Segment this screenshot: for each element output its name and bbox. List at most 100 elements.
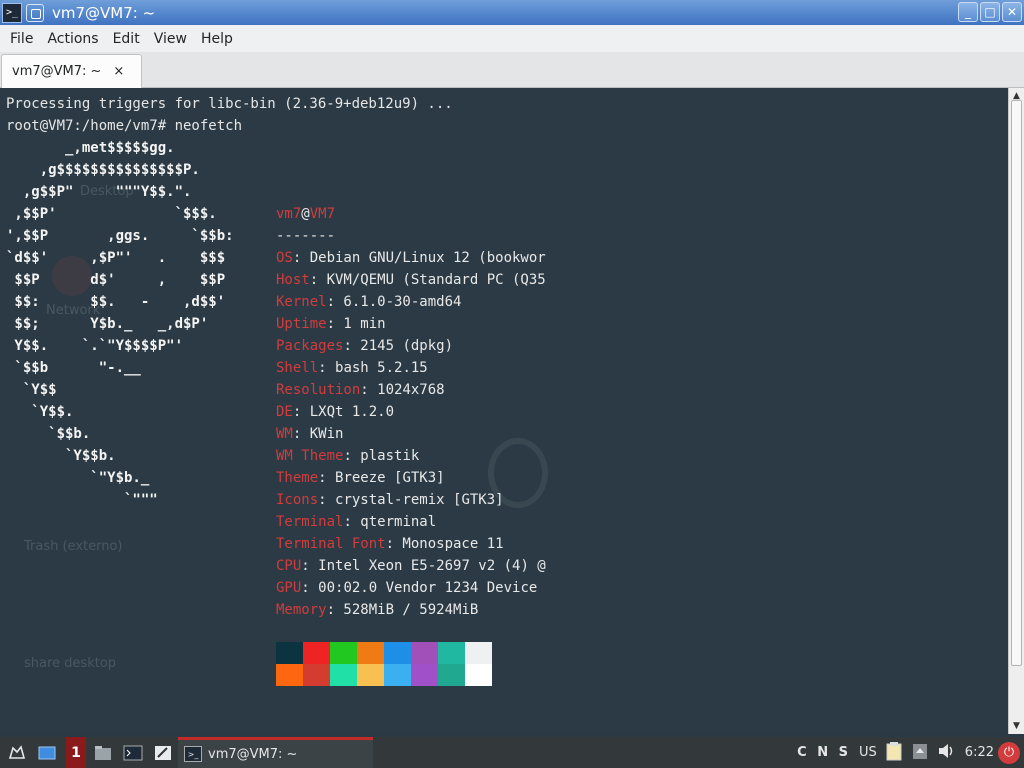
info-value: : 00:02.0 Vendor 1234 Device bbox=[301, 580, 538, 596]
palette-swatch bbox=[357, 642, 384, 664]
tab-terminal[interactable]: vm7@VM7: ~ × bbox=[1, 54, 142, 88]
show-desktop-icon[interactable] bbox=[34, 740, 60, 766]
info-key: Theme bbox=[276, 470, 319, 486]
power-icon[interactable]: ⏻ bbox=[998, 741, 1020, 764]
keyboard-layout[interactable]: US bbox=[859, 745, 877, 760]
info-row: Terminal: qterminal bbox=[276, 511, 546, 533]
at-sign: @ bbox=[301, 206, 310, 222]
info-key: Resolution bbox=[276, 382, 361, 398]
terminal-app-icon[interactable]: >_ bbox=[2, 2, 22, 23]
scroll-down-icon[interactable]: ▼ bbox=[1009, 718, 1024, 734]
system-tray: C N S US 6:22 ⏻ bbox=[793, 737, 1024, 768]
menu-edit[interactable]: Edit bbox=[106, 31, 147, 47]
menu-bar: File Actions Edit View Help bbox=[0, 25, 1024, 52]
menu-file[interactable]: File bbox=[3, 31, 40, 47]
terminal-launcher-icon[interactable] bbox=[120, 740, 146, 766]
info-key: Packages bbox=[276, 338, 344, 354]
removable-media-icon[interactable] bbox=[911, 741, 929, 765]
info-row: Resolution: 1024x768 bbox=[276, 379, 546, 401]
info-row: WM Theme: plastik bbox=[276, 445, 546, 467]
palette-swatch bbox=[438, 642, 465, 664]
info-key: Terminal bbox=[276, 514, 344, 530]
file-manager-icon[interactable] bbox=[90, 740, 116, 766]
info-value: : bash 5.2.15 bbox=[318, 360, 428, 376]
info-row: DE: LXQt 1.2.0 bbox=[276, 401, 546, 423]
menu-actions[interactable]: Actions bbox=[40, 31, 105, 47]
palette-swatch bbox=[438, 664, 465, 686]
info-key: Icons bbox=[276, 492, 319, 508]
info-row: Shell: bash 5.2.15 bbox=[276, 357, 546, 379]
taskbar-window-button[interactable]: >_ vm7@VM7: ~ bbox=[178, 737, 373, 768]
color-palette bbox=[276, 642, 492, 686]
menu-view[interactable]: View bbox=[147, 31, 194, 47]
terminal-view[interactable]: Desktop Network Trash (externo) share de… bbox=[0, 88, 1008, 734]
tab-close-icon[interactable]: × bbox=[113, 64, 124, 79]
window-menu-icon[interactable] bbox=[26, 3, 44, 22]
host-name: VM7 bbox=[309, 206, 336, 222]
desktop-switcher[interactable]: 1 bbox=[66, 737, 86, 768]
window-title: vm7@VM7: ~ bbox=[52, 3, 156, 22]
terminal-window-icon: >_ bbox=[184, 746, 202, 762]
volume-icon[interactable] bbox=[937, 742, 957, 764]
info-row: Memory: 528MiB / 5924MiB bbox=[276, 599, 546, 621]
palette-swatch bbox=[330, 642, 357, 664]
info-row: Uptime: 1 min bbox=[276, 313, 546, 335]
user-host-line: vm7@VM7 bbox=[276, 203, 546, 225]
info-key: Kernel bbox=[276, 294, 327, 310]
info-value: : KWin bbox=[292, 426, 344, 442]
info-row: OS: Debian GNU/Linux 12 (bookwor bbox=[276, 247, 546, 269]
info-key: WM Theme bbox=[276, 448, 344, 464]
info-value: : qterminal bbox=[343, 514, 437, 530]
palette-swatch bbox=[384, 642, 411, 664]
info-value: : KVM/QEMU (Standard PC (Q35 bbox=[309, 272, 546, 288]
palette-swatch bbox=[384, 664, 411, 686]
keyboard-lock-indicators: C N S bbox=[797, 745, 852, 760]
info-key: Memory bbox=[276, 602, 327, 618]
info-key: DE bbox=[276, 404, 293, 420]
info-value: : 528MiB / 5924MiB bbox=[326, 602, 479, 618]
menu-help[interactable]: Help bbox=[194, 31, 240, 47]
info-key: CPU bbox=[276, 558, 302, 574]
ghost-trash-label: Trash (externo) bbox=[24, 539, 123, 554]
info-key: OS bbox=[276, 250, 293, 266]
palette-swatch bbox=[411, 642, 438, 664]
palette-swatch bbox=[465, 642, 492, 664]
window-titlebar[interactable]: >_ vm7@VM7: ~ _ □ ✕ bbox=[0, 0, 1024, 25]
info-key: Shell bbox=[276, 360, 319, 376]
clipboard-icon[interactable] bbox=[885, 741, 903, 765]
info-row: GPU: 00:02.0 Vendor 1234 Device bbox=[276, 577, 546, 599]
info-value: : crystal-remix [GTK3] bbox=[318, 492, 504, 508]
scrollbar-thumb[interactable] bbox=[1011, 100, 1022, 666]
palette-swatch bbox=[465, 664, 492, 686]
info-key: Host bbox=[276, 272, 310, 288]
info-key: GPU bbox=[276, 580, 302, 596]
maximize-button[interactable]: □ bbox=[980, 2, 1000, 22]
user-name: vm7 bbox=[276, 206, 302, 222]
info-row: Theme: Breeze [GTK3] bbox=[276, 467, 546, 489]
info-value: : Intel Xeon E5-2697 v2 (4) @ bbox=[301, 558, 546, 574]
palette-swatch bbox=[303, 642, 330, 664]
info-value: : Debian GNU/Linux 12 (bookwor bbox=[292, 250, 546, 266]
terminal-scrollbar[interactable]: ▲ ▼ bbox=[1008, 88, 1024, 734]
palette-swatch bbox=[303, 664, 330, 686]
taskbar: 1 >_ vm7@VM7: ~ C N S US 6:22 ⏻ bbox=[0, 737, 1024, 768]
info-row: Terminal Font: Monospace 11 bbox=[276, 533, 546, 555]
text-editor-icon[interactable] bbox=[150, 740, 176, 766]
minimize-button[interactable]: _ bbox=[958, 2, 978, 22]
palette-swatch bbox=[411, 664, 438, 686]
tab-label: vm7@VM7: ~ bbox=[12, 64, 102, 79]
clock[interactable]: 6:22 bbox=[965, 745, 994, 760]
start-menu-icon[interactable] bbox=[4, 740, 30, 766]
close-button[interactable]: ✕ bbox=[1002, 2, 1022, 22]
palette-swatch bbox=[276, 664, 303, 686]
info-key: Terminal Font bbox=[276, 536, 386, 552]
info-value: : Monospace 11 bbox=[385, 536, 504, 552]
neofetch-info: vm7@VM7 ------- OS: Debian GNU/Linux 12 … bbox=[276, 203, 546, 621]
info-key: WM bbox=[276, 426, 293, 442]
separator-line: ------- bbox=[276, 228, 336, 244]
info-value: : Breeze [GTK3] bbox=[318, 470, 445, 486]
palette-swatch bbox=[357, 664, 384, 686]
info-row: WM: KWin bbox=[276, 423, 546, 445]
info-row: Kernel: 6.1.0-30-amd64 bbox=[276, 291, 546, 313]
info-row: Host: KVM/QEMU (Standard PC (Q35 bbox=[276, 269, 546, 291]
